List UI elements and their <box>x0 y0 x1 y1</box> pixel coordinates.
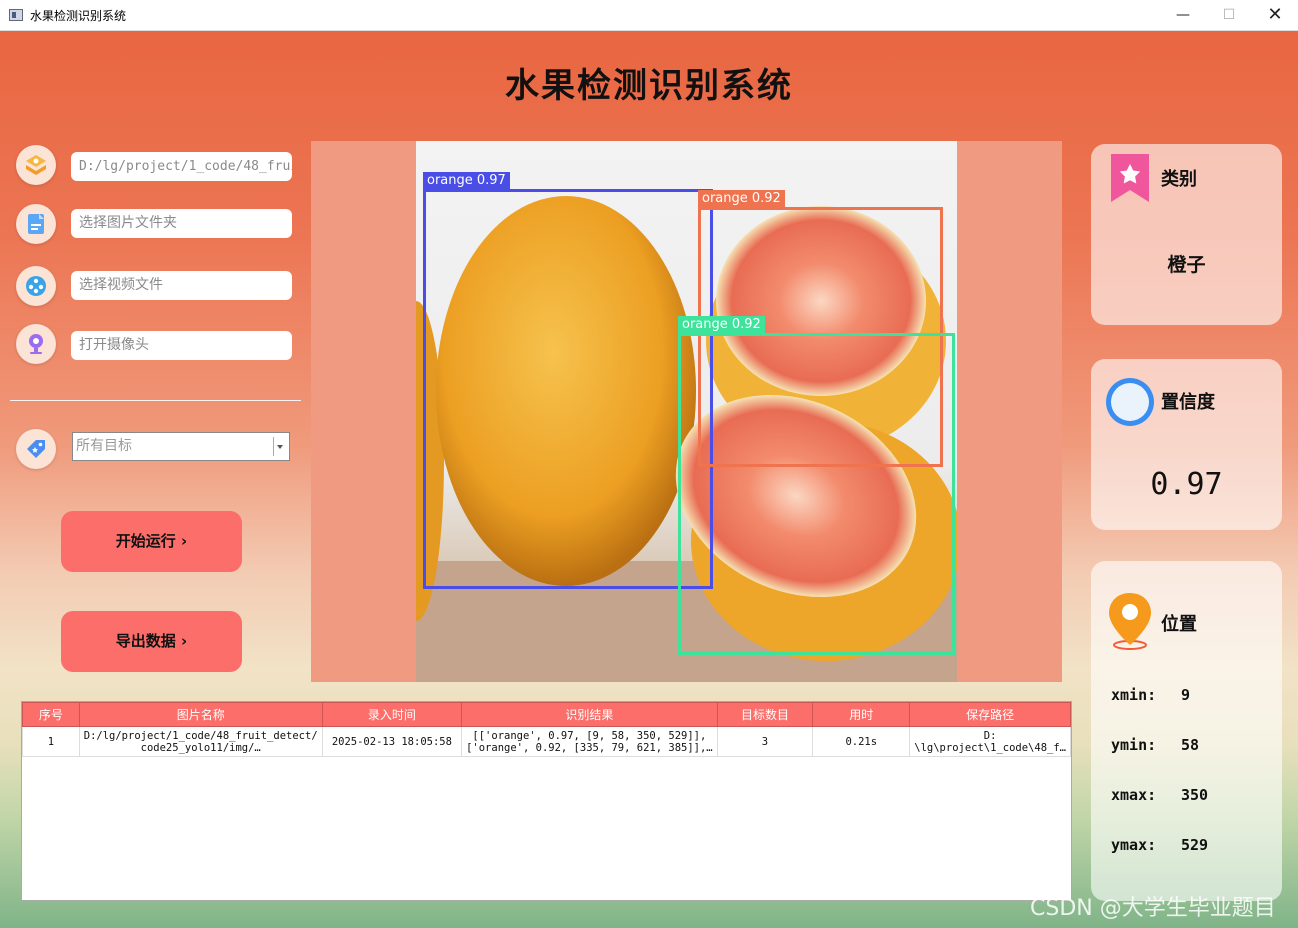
bookmark-star-icon <box>1111 154 1149 202</box>
xmin-value: 9 <box>1181 686 1191 704</box>
export-button[interactable]: 导出数据 › <box>61 611 242 672</box>
title-bar: 水果检测识别系统 — ☐ ✕ <box>0 0 1298 31</box>
app-window: 水果检测识别系统 — ☐ ✕ 水果检测识别系统 D:/lg/project/1_… <box>0 0 1298 928</box>
watermark: CSDN @大学生毕业题目 <box>1030 896 1276 921</box>
cell-result[interactable]: [['orange', 0.97, [9, 58, 350, 529]], ['o… <box>461 726 718 757</box>
header-count[interactable]: 目标数目 <box>716 702 814 727</box>
target-select[interactable]: 所有目标 <box>72 432 290 461</box>
class-card: 类别 橙子 <box>1091 144 1282 325</box>
header-time[interactable]: 录入时间 <box>321 702 463 727</box>
detection-label: orange 0.97 <box>423 172 510 189</box>
detection-label: orange 0.92 <box>678 316 765 333</box>
xmax-value: 350 <box>1181 786 1209 804</box>
header-result[interactable]: 识别结果 <box>461 702 718 727</box>
camera-input[interactable]: 打开摄像头 <box>71 331 292 360</box>
camera-icon[interactable] <box>16 324 56 364</box>
results-table[interactable]: 序号 图片名称 录入时间 识别结果 目标数目 用时 保存路径 1 D:/lg/p… <box>21 701 1072 901</box>
folder-input[interactable]: 选择图片文件夹 <box>71 209 292 238</box>
location-pin-icon <box>1109 593 1151 650</box>
ymin-row: ymin: 58 <box>1111 736 1199 754</box>
video-icon[interactable] <box>16 266 56 306</box>
detection-label: orange 0.92 <box>698 190 785 207</box>
position-title: 位置 <box>1161 614 1197 635</box>
header-image-name[interactable]: 图片名称 <box>78 702 323 727</box>
detection-box: orange 0.92 <box>678 316 955 655</box>
gauge-icon <box>1106 378 1154 426</box>
header-save-path[interactable]: 保存路径 <box>909 702 1071 727</box>
table-row[interactable]: 1 D:/lg/project/1_code/48_fruit_detect/c… <box>22 726 1071 757</box>
xmax-row: xmax: 350 <box>1111 786 1208 804</box>
cell-time[interactable]: 2025-02-13 18:05:58 <box>321 726 463 757</box>
window-title: 水果检测识别系统 <box>30 9 127 23</box>
image-file-icon[interactable] <box>16 145 56 185</box>
cell-count[interactable]: 3 <box>716 726 814 757</box>
cell-image-name[interactable]: D:/lg/project/1_code/48_fruit_detect/cod… <box>78 726 323 757</box>
ymax-label: ymax: <box>1111 836 1157 854</box>
position-card: 位置 xmin: 9 ymin: 58 xmax: 350 ymax: 529 <box>1091 561 1282 901</box>
app-icon <box>9 9 23 21</box>
folder-icon[interactable] <box>16 204 56 244</box>
ymin-value: 58 <box>1181 736 1200 754</box>
header-duration[interactable]: 用时 <box>812 702 911 727</box>
chevron-down-icon[interactable] <box>273 437 286 456</box>
maximize-button[interactable]: ☐ <box>1206 0 1252 30</box>
xmin-label: xmin: <box>1111 686 1157 704</box>
cell-index[interactable]: 1 <box>22 726 80 757</box>
close-button[interactable]: ✕ <box>1252 0 1298 30</box>
image-path-field[interactable]: D:/lg/project/1_code/48_fruit <box>71 152 292 181</box>
table-header-row: 序号 图片名称 录入时间 识别结果 目标数目 用时 保存路径 <box>22 702 1071 727</box>
ymax-value: 529 <box>1181 836 1209 854</box>
video-input[interactable]: 选择视频文件 <box>71 271 292 300</box>
minimize-button[interactable]: — <box>1160 0 1206 30</box>
header-index[interactable]: 序号 <box>22 702 80 727</box>
xmin-row: xmin: 9 <box>1111 686 1190 704</box>
app-heading: 水果检测识别系统 <box>505 66 793 106</box>
cell-save-path[interactable]: D: \lg\project\1_code\48_f… <box>909 726 1071 757</box>
detection-box: orange 0.97 <box>423 172 713 589</box>
target-tag-icon <box>16 429 56 469</box>
xmax-label: xmax: <box>1111 786 1157 804</box>
class-value: 橙子 <box>1167 254 1206 276</box>
class-title: 类别 <box>1161 169 1197 190</box>
confidence-title: 置信度 <box>1161 392 1215 413</box>
confidence-card: 置信度 0.97 <box>1091 359 1282 530</box>
start-button[interactable]: 开始运行 › <box>61 511 242 572</box>
cell-duration[interactable]: 0.21s <box>812 726 911 757</box>
confidence-value: 0.97 <box>1150 467 1223 502</box>
divider <box>10 400 301 401</box>
ymin-label: ymin: <box>1111 736 1157 754</box>
ymax-row: ymax: 529 <box>1111 836 1208 854</box>
target-select-value: 所有目标 <box>76 438 132 454</box>
detection-image: orange 0.97 orange 0.92 orange 0.92 <box>416 141 957 682</box>
